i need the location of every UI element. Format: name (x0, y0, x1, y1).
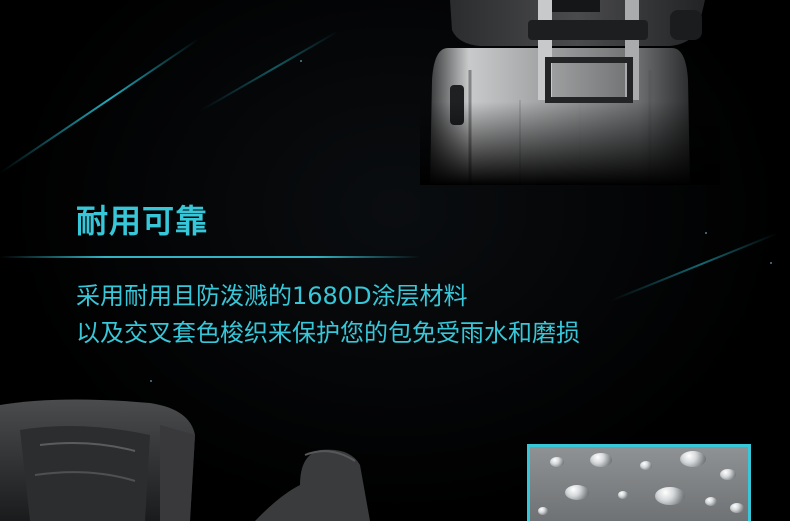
feature-title: 耐用可靠 (76, 202, 209, 240)
star (150, 380, 152, 382)
light-streak (199, 30, 340, 112)
water-droplet (705, 497, 717, 506)
water-droplet (720, 469, 736, 480)
backpack-image (0, 399, 370, 521)
water-droplet (680, 451, 706, 467)
water-droplet (730, 503, 744, 513)
star (705, 232, 707, 234)
description-line-2: 以及交叉套色梭织来保护您的包免受雨水和磨损 (76, 319, 580, 347)
light-streak (609, 232, 778, 302)
luggage-image (420, 0, 720, 185)
title-divider (0, 256, 420, 258)
description-line-1: 采用耐用且防泼溅的1680D涂层材料 (76, 282, 468, 310)
water-droplet (640, 461, 652, 470)
fabric-closeup-image (527, 444, 751, 521)
water-droplet (618, 491, 628, 499)
water-droplet (565, 485, 589, 500)
star (770, 262, 772, 264)
water-droplet (655, 487, 685, 505)
product-feature-banner: 耐用可靠 采用耐用且防泼溅的1680D涂层材料 以及交叉套色梭织来保护您的包免受… (0, 0, 790, 521)
water-droplet (550, 457, 564, 467)
light-streak (0, 37, 200, 174)
star (300, 60, 302, 62)
water-droplet (590, 453, 612, 467)
water-droplet (538, 507, 548, 515)
